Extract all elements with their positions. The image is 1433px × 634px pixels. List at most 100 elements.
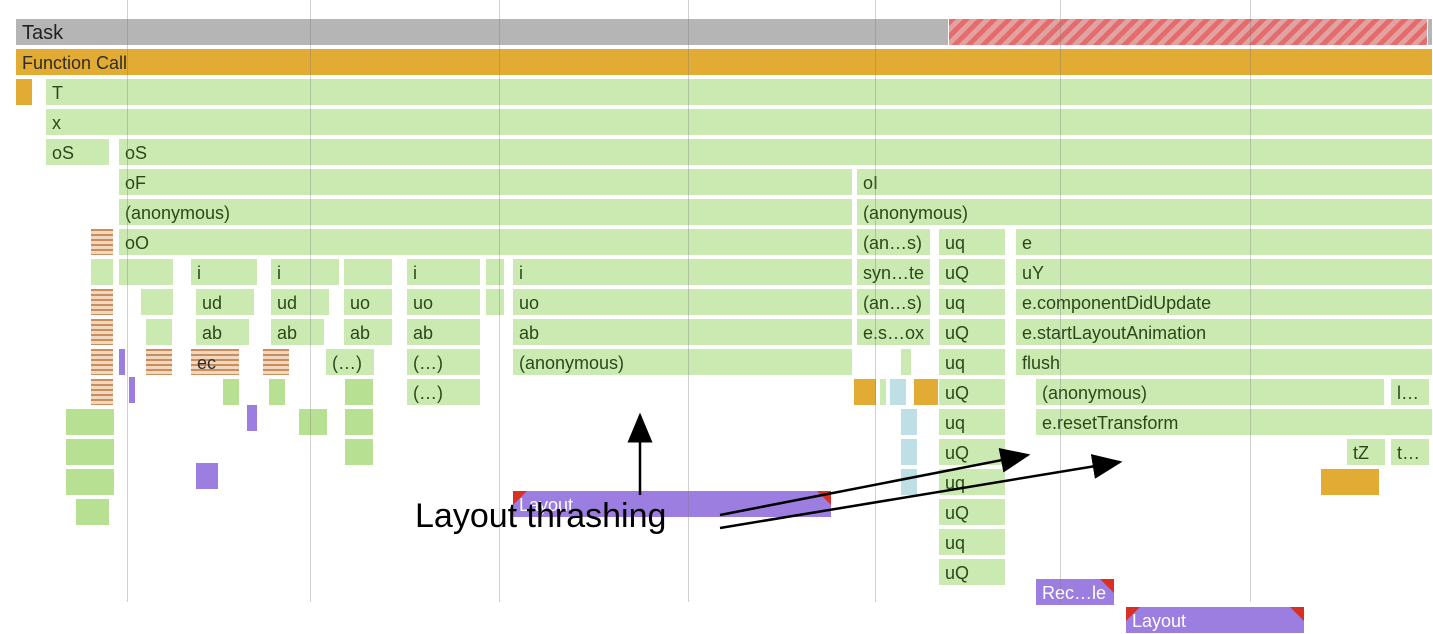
flame-entry[interactable]: uQ (938, 318, 1006, 346)
flame-entry[interactable] (90, 258, 114, 286)
flame-layout[interactable] (128, 376, 136, 404)
flame-entry[interactable]: uQ (938, 498, 1006, 526)
flame-entry[interactable]: tZ (1346, 438, 1386, 466)
flame-entry[interactable] (262, 348, 290, 376)
flame-entry[interactable]: uo (512, 288, 853, 316)
flame-entry[interactable]: (anonymous) (1035, 378, 1385, 406)
flame-entry[interactable]: ud (195, 288, 255, 316)
flame-entry[interactable]: uQ (938, 378, 1006, 406)
flame-entry[interactable]: e.componentDidUpdate (1015, 288, 1433, 316)
flame-entry[interactable]: uq (938, 468, 1006, 496)
flame-entry[interactable] (145, 348, 173, 376)
flame-entry[interactable]: ab (343, 318, 393, 346)
flame-entry[interactable]: uq (938, 228, 1006, 256)
flame-entry[interactable]: (an…s) (856, 228, 931, 256)
flame-entry[interactable] (65, 468, 115, 496)
flame-entry[interactable] (485, 288, 505, 316)
flame-entry[interactable] (1320, 468, 1380, 496)
time-gridline (688, 0, 689, 602)
flame-entry[interactable]: e.startLayoutAnimation (1015, 318, 1433, 346)
flame-entry[interactable]: uQ (938, 258, 1006, 286)
flame-entry[interactable] (344, 438, 374, 466)
time-gridline (1250, 0, 1251, 602)
flame-entry[interactable] (90, 378, 114, 406)
flame-entry[interactable]: uQ (938, 438, 1006, 466)
flame-entry[interactable]: oO (118, 228, 853, 256)
flame-entry[interactable]: uQ (938, 558, 1006, 586)
flame-entry[interactable] (268, 378, 286, 406)
flame-entry[interactable]: t… (1390, 438, 1430, 466)
flame-function-call[interactable]: Function Call (15, 48, 1433, 76)
flame-entry[interactable] (344, 408, 374, 436)
flame-chart[interactable]: Task Function Call T x oS oS oF oI (anon… (0, 0, 1433, 602)
flame-entry[interactable]: ab (195, 318, 250, 346)
flame-entry[interactable]: e (1015, 228, 1433, 256)
flame-entry[interactable]: oS (45, 138, 110, 166)
flame-entry[interactable]: i (190, 258, 258, 286)
flame-entry[interactable]: uq (938, 408, 1006, 436)
flame-entry-paint[interactable] (900, 438, 918, 466)
flame-entry[interactable]: oI (856, 168, 1433, 196)
flame-entry[interactable] (90, 348, 114, 376)
flame-entry[interactable]: i (270, 258, 340, 286)
time-gridline (310, 0, 311, 602)
flame-entry[interactable]: uq (938, 528, 1006, 556)
flame-task-long[interactable] (948, 18, 1428, 46)
flame-entry[interactable] (879, 378, 887, 406)
flame-entry[interactable] (222, 378, 240, 406)
flame-layout[interactable] (246, 404, 258, 432)
flame-entry[interactable] (90, 288, 114, 316)
flame-entry-paint[interactable] (900, 408, 918, 436)
flame-entry[interactable]: (anonymous) (118, 198, 853, 226)
flame-entry[interactable] (65, 408, 115, 436)
flame-layout[interactable] (118, 348, 126, 376)
flame-entry[interactable]: (…) (406, 348, 481, 376)
flame-entry[interactable] (344, 378, 374, 406)
flame-entry-paint[interactable] (889, 378, 907, 406)
flame-entry[interactable]: ab (512, 318, 853, 346)
flame-entry[interactable]: e.s…ox (856, 318, 931, 346)
flame-entry[interactable] (90, 228, 114, 256)
flame-entry[interactable] (75, 498, 110, 526)
flame-entry[interactable]: uo (406, 288, 481, 316)
flame-entry[interactable]: oS (118, 138, 1433, 166)
flame-entry[interactable] (15, 78, 33, 106)
flame-entry[interactable] (65, 438, 115, 466)
flame-layout[interactable]: Layout (1125, 606, 1305, 634)
flame-entry[interactable]: e.resetTransform (1035, 408, 1433, 436)
flame-entry[interactable]: (anonymous) (512, 348, 853, 376)
flame-entry[interactable]: T (45, 78, 1433, 106)
flame-entry[interactable]: (…) (406, 378, 481, 406)
flame-entry[interactable]: ab (270, 318, 325, 346)
flame-entry[interactable] (853, 378, 877, 406)
flame-entry[interactable]: uY (1015, 258, 1433, 286)
flame-entry[interactable] (485, 258, 505, 286)
flame-entry[interactable]: (an…s) (856, 288, 931, 316)
flame-layout[interactable]: Layout (512, 490, 832, 518)
flame-entry[interactable]: i (512, 258, 853, 286)
flame-entry[interactable]: uq (938, 348, 1006, 376)
flame-entry[interactable]: ec (190, 348, 240, 376)
flame-entry[interactable] (900, 348, 912, 376)
flame-layout[interactable] (195, 462, 219, 490)
flame-entry[interactable]: x (45, 108, 1433, 136)
flame-entry[interactable] (343, 258, 393, 286)
flame-entry[interactable]: (anonymous) (856, 198, 1433, 226)
flame-entry[interactable] (298, 408, 328, 436)
flame-entry[interactable] (145, 318, 173, 346)
time-gridline (875, 0, 876, 602)
flame-entry[interactable]: uq (938, 288, 1006, 316)
flame-entry[interactable]: (…) (325, 348, 375, 376)
flame-entry[interactable] (140, 288, 174, 316)
flame-entry[interactable]: i (406, 258, 481, 286)
flame-entry[interactable]: flush (1015, 348, 1433, 376)
flame-entry[interactable]: ud (270, 288, 330, 316)
flame-entry-paint[interactable] (900, 468, 918, 496)
flame-entry[interactable]: oF (118, 168, 853, 196)
flame-entry[interactable]: uo (343, 288, 393, 316)
flame-entry[interactable]: syn…te (856, 258, 931, 286)
time-gridline (1060, 0, 1061, 602)
flame-entry[interactable]: l… (1390, 378, 1430, 406)
flame-entry[interactable] (90, 318, 114, 346)
flame-entry[interactable]: ab (406, 318, 481, 346)
